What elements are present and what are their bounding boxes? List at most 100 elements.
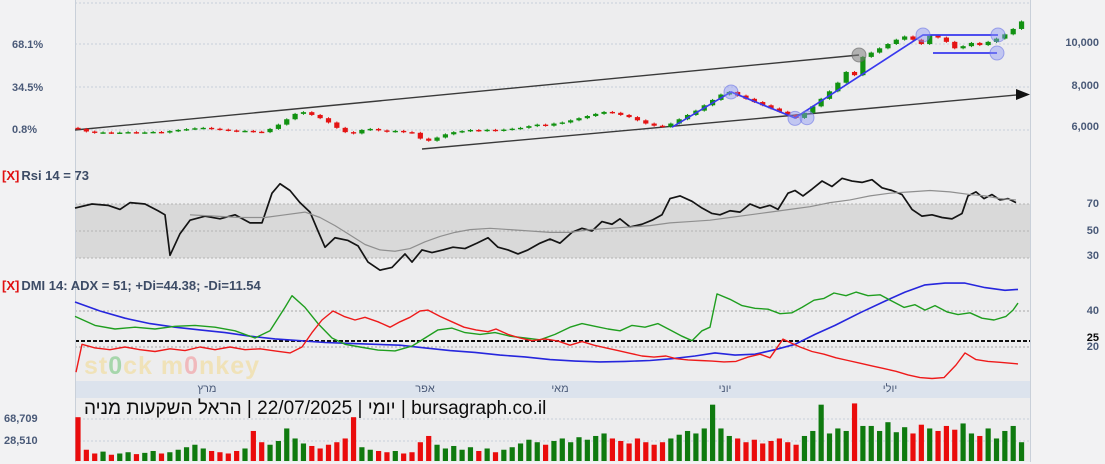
pivot-marker bbox=[723, 84, 739, 100]
candle bbox=[501, 129, 507, 131]
rsi-remove-button[interactable]: [X] bbox=[2, 168, 19, 183]
candle bbox=[108, 132, 114, 134]
volume-bar bbox=[918, 424, 924, 461]
candle bbox=[259, 131, 265, 134]
candle bbox=[609, 111, 615, 114]
xaxis-month-label: יוני bbox=[718, 383, 732, 395]
candle bbox=[426, 138, 432, 141]
volume-bar bbox=[275, 440, 281, 461]
volume-bar bbox=[1018, 442, 1025, 461]
candle bbox=[977, 42, 983, 46]
candle bbox=[142, 132, 148, 134]
volume-bar bbox=[409, 452, 415, 461]
volume-bar bbox=[801, 435, 808, 461]
pct-axis-label: 68.1% bbox=[12, 39, 44, 51]
pivot-marker bbox=[799, 110, 815, 126]
rsi-axis-label: 70 bbox=[1086, 198, 1099, 210]
candle bbox=[384, 130, 390, 132]
candle bbox=[960, 46, 966, 49]
volume-bar bbox=[300, 443, 307, 461]
rsi-indicator-label: [X] Rsi 14 = 73 bbox=[2, 168, 89, 183]
volume-bar bbox=[250, 430, 256, 461]
candle bbox=[643, 120, 649, 124]
candle bbox=[885, 44, 891, 49]
volume-bar bbox=[317, 448, 323, 461]
candle bbox=[1018, 21, 1025, 29]
rsi-axis-label: 30 bbox=[1086, 250, 1099, 262]
candle bbox=[651, 123, 657, 126]
volume-bar bbox=[743, 442, 749, 461]
volume-bar bbox=[559, 438, 565, 461]
volume-bar bbox=[92, 453, 98, 461]
candle bbox=[877, 48, 883, 53]
volume-bar bbox=[868, 425, 874, 461]
volume-bar bbox=[793, 444, 799, 461]
volume-bar bbox=[952, 429, 958, 461]
volume-bar bbox=[835, 428, 841, 461]
candle bbox=[275, 124, 281, 129]
volume-bar bbox=[108, 454, 114, 461]
volume-bar bbox=[442, 448, 448, 461]
candle bbox=[75, 127, 81, 130]
volume-bar bbox=[292, 438, 298, 461]
volume-bar bbox=[309, 445, 315, 461]
volume-bar bbox=[910, 433, 916, 461]
candle bbox=[317, 114, 323, 119]
volume-bar bbox=[200, 448, 206, 461]
candle bbox=[392, 130, 398, 133]
volume-bar bbox=[501, 449, 507, 461]
candle bbox=[292, 113, 298, 120]
candle bbox=[952, 41, 958, 49]
candle bbox=[902, 36, 908, 40]
volume-bar bbox=[927, 428, 933, 461]
candle bbox=[417, 132, 423, 139]
candle bbox=[83, 128, 89, 132]
volume-bar bbox=[776, 438, 782, 461]
dmi-axis-label: 20 bbox=[1086, 341, 1099, 353]
volume-bar bbox=[551, 440, 557, 461]
watermark-zero-pink: 0 bbox=[184, 352, 200, 380]
volume-bar bbox=[267, 444, 273, 461]
candle bbox=[476, 130, 482, 132]
volume-bar bbox=[158, 453, 165, 461]
volume-bar bbox=[350, 417, 357, 461]
candle bbox=[334, 122, 340, 128]
volume-bar bbox=[150, 450, 156, 461]
candle bbox=[943, 37, 949, 42]
volume-bar bbox=[334, 442, 340, 461]
volume-bar bbox=[735, 438, 741, 461]
candle bbox=[509, 128, 515, 131]
candle bbox=[551, 123, 557, 126]
chart-root: 68.1% 34.5% 0.8% 10,000 8,000 6,000 70 5… bbox=[0, 0, 1105, 464]
pivot-marker-grey bbox=[851, 47, 867, 63]
candle bbox=[367, 128, 373, 131]
volume-bar bbox=[242, 448, 248, 461]
volume-bar bbox=[943, 425, 949, 461]
dmi-remove-button[interactable]: [X] bbox=[2, 278, 19, 293]
xaxis-month-label: אפר bbox=[415, 383, 435, 395]
volume-bar bbox=[75, 417, 81, 461]
pivot-marker bbox=[990, 27, 1006, 43]
candle bbox=[559, 122, 565, 124]
volume-bar bbox=[768, 440, 774, 461]
volume-bar bbox=[342, 438, 348, 461]
volume-bar bbox=[367, 449, 373, 461]
candle bbox=[125, 132, 131, 134]
candle bbox=[401, 130, 407, 133]
volume-bar bbox=[584, 439, 590, 461]
volume-bar bbox=[643, 442, 649, 461]
candle bbox=[843, 71, 849, 83]
candle bbox=[517, 127, 524, 130]
candle bbox=[309, 112, 315, 115]
volume-bar bbox=[543, 444, 549, 461]
volume-bar bbox=[826, 433, 833, 461]
volume-bar bbox=[434, 444, 440, 461]
volume-bar bbox=[175, 449, 181, 461]
volume-bar bbox=[843, 430, 849, 461]
candle bbox=[234, 130, 240, 132]
volume-bar bbox=[183, 447, 190, 461]
volume-bar bbox=[259, 442, 265, 461]
candle bbox=[985, 41, 991, 46]
volume-bar bbox=[451, 445, 457, 461]
volume-bar bbox=[509, 447, 515, 461]
